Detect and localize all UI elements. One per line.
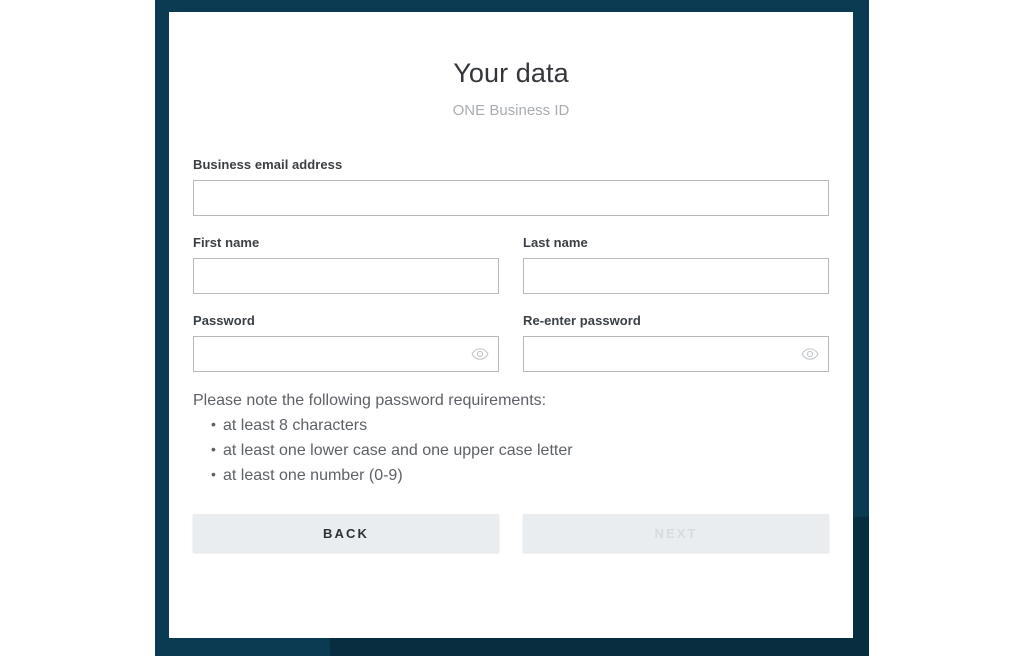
- eye-icon: [801, 348, 819, 360]
- page-subtitle: ONE Business ID: [452, 102, 570, 119]
- password-confirm-reveal-toggle[interactable]: [799, 343, 821, 365]
- password-requirements-list: at least 8 characters at least one lower…: [193, 417, 829, 484]
- field-group-passwords: Password Re-enter password: [193, 313, 829, 372]
- first-name-label: First name: [193, 235, 260, 250]
- last-name-label: Last name: [523, 235, 588, 250]
- password-field[interactable]: [193, 336, 499, 372]
- field-group-password-confirm: Re-enter password: [523, 313, 829, 372]
- password-requirements: Please note the following password requi…: [193, 393, 829, 484]
- next-button[interactable]: NEXT: [523, 514, 829, 552]
- field-group-email: Business email address: [193, 157, 829, 216]
- field-group-password: Password: [193, 313, 499, 372]
- eye-icon: [471, 348, 489, 360]
- registration-page: Your data ONE Business ID Business email…: [0, 0, 1024, 656]
- password-confirm-field[interactable]: [523, 336, 829, 372]
- list-item: at least 8 characters: [193, 417, 829, 434]
- registration-card: Your data ONE Business ID Business email…: [169, 12, 853, 638]
- last-name-field[interactable]: [523, 258, 829, 294]
- field-group-last-name: Last name: [523, 235, 829, 294]
- field-group-first-name: First name: [193, 235, 499, 294]
- password-requirements-intro: Please note the following password requi…: [193, 392, 547, 409]
- password-confirm-label: Re-enter password: [523, 313, 641, 328]
- back-button[interactable]: BACK: [193, 514, 499, 552]
- password-label: Password: [193, 313, 255, 328]
- list-item: at least one number (0-9): [193, 467, 829, 484]
- email-field[interactable]: [193, 180, 829, 216]
- password-reveal-toggle[interactable]: [469, 343, 491, 365]
- page-title: Your data: [453, 58, 569, 88]
- form-actions: BACK NEXT: [193, 514, 829, 552]
- registration-form: Business email address First name Last n…: [193, 157, 829, 552]
- first-name-field[interactable]: [193, 258, 499, 294]
- list-item: at least one lower case and one upper ca…: [193, 442, 829, 459]
- field-group-names: First name Last name: [193, 235, 829, 294]
- email-label: Business email address: [193, 157, 343, 172]
